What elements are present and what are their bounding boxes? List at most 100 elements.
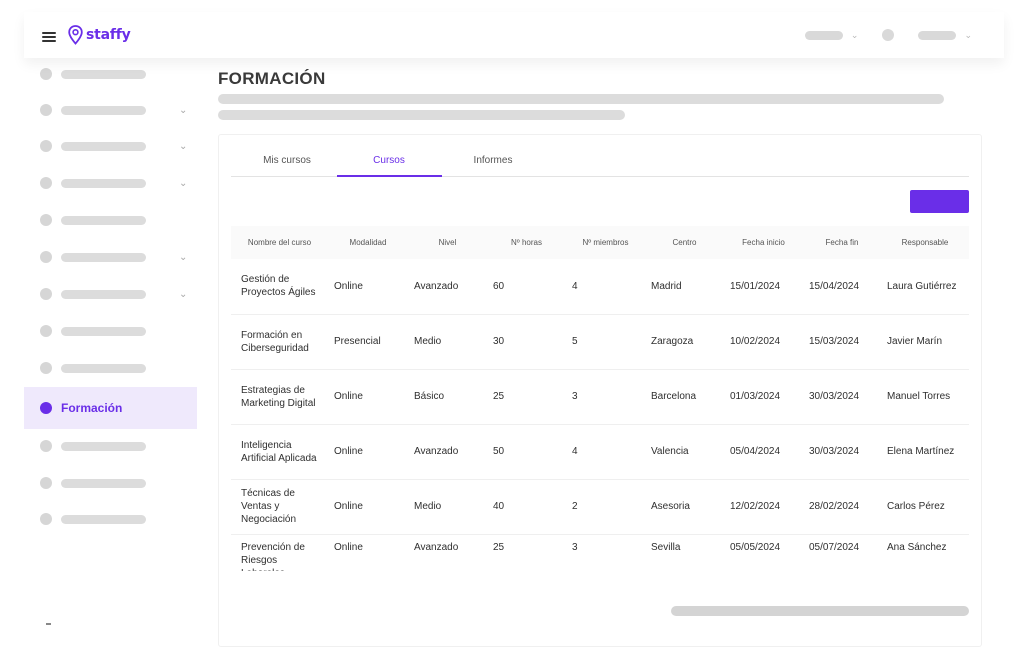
- top-dropdown-1[interactable]: [804, 30, 843, 40]
- active-tab-indicator: [337, 175, 442, 177]
- table-row[interactable]: Inteligencia Artificial Aplicada Online …: [231, 424, 969, 480]
- sidebar-item[interactable]: ⌄: [24, 282, 197, 306]
- courses-table: Nombre del curso Modalidad Nivel Nº hora…: [231, 226, 969, 571]
- table-cell: 3: [566, 534, 645, 571]
- dot-icon: [40, 362, 52, 374]
- sidebar-item[interactable]: [24, 62, 197, 86]
- table-cell: 30: [487, 314, 566, 370]
- dot-icon: [40, 140, 52, 152]
- sidebar-item[interactable]: ⌄: [24, 98, 197, 122]
- table-cell: 2: [566, 479, 645, 535]
- table-cell: Javier Marín: [881, 314, 969, 370]
- horizontal-scrollbar[interactable]: [671, 606, 969, 616]
- logo[interactable]: staffy: [68, 25, 131, 45]
- add-course-button[interactable]: [910, 190, 969, 213]
- dot-icon: [40, 104, 52, 116]
- table-cell: Básico: [408, 369, 487, 425]
- table-cell: Avanzado: [408, 534, 487, 571]
- column-header[interactable]: Nombre del curso: [231, 226, 328, 259]
- top-right-controls: ⌄ ⌄: [804, 29, 972, 41]
- table-cell: 30/03/2024: [803, 424, 881, 480]
- chevron-down-icon: ⌄: [179, 177, 188, 189]
- sidebar-item[interactable]: [24, 356, 197, 380]
- sidebar-item-label-placeholder: [61, 326, 146, 336]
- sidebar-item[interactable]: ⌄: [24, 245, 197, 269]
- table-cell: Sevilla: [645, 534, 724, 571]
- column-header[interactable]: Fecha inicio: [724, 226, 803, 259]
- table-cell: Medio: [408, 479, 487, 535]
- sidebar-item-label-placeholder: [61, 69, 146, 79]
- tab-cursos[interactable]: Cursos: [367, 155, 411, 166]
- sidebar-item-label: Formación: [61, 401, 123, 415]
- table-cell: Laura Gutiérrez: [881, 259, 969, 315]
- description-placeholder: [218, 110, 625, 120]
- course-name-cell: Técnicas de Ventas y Negociación: [231, 479, 328, 535]
- sidebar-item[interactable]: ⌄: [24, 134, 197, 158]
- table-cell: Online: [328, 479, 408, 535]
- sidebar-item[interactable]: [24, 319, 197, 343]
- sidebar-item[interactable]: [24, 208, 197, 232]
- table-cell: Ana Sánchez: [881, 534, 969, 571]
- table-cell: 25: [487, 369, 566, 425]
- dot-icon: [40, 68, 52, 80]
- column-header[interactable]: Nivel: [408, 226, 487, 259]
- column-header[interactable]: Centro: [645, 226, 724, 259]
- table-row[interactable]: Gestión de Proyectos Ágiles Online Avanz…: [231, 259, 969, 315]
- column-header[interactable]: Responsable: [881, 226, 969, 259]
- location-pin-icon: [68, 25, 83, 45]
- table-cell: Online: [328, 369, 408, 425]
- chevron-down-icon: ⌄: [179, 251, 188, 263]
- description-placeholder: [218, 94, 944, 104]
- table-cell: Medio: [408, 314, 487, 370]
- table-cell: 60: [487, 259, 566, 315]
- table-row[interactable]: Prevención de Riesgos Laborales Online A…: [231, 534, 969, 571]
- courses-table-container[interactable]: Nombre del curso Modalidad Nivel Nº hora…: [231, 226, 969, 571]
- sidebar-item-label-placeholder: [61, 141, 146, 151]
- sidebar-item-label-placeholder: [61, 105, 146, 115]
- table-cell: 28/02/2024: [803, 479, 881, 535]
- column-header[interactable]: Fecha fin: [803, 226, 881, 259]
- table-cell: Presencial: [328, 314, 408, 370]
- column-header[interactable]: Modalidad: [328, 226, 408, 259]
- user-menu[interactable]: [918, 30, 957, 40]
- sidebar-item[interactable]: [24, 434, 197, 458]
- sidebar-item-label-placeholder: [61, 215, 146, 225]
- column-header[interactable]: Nº miembros: [566, 226, 645, 259]
- table-cell: Valencia: [645, 424, 724, 480]
- table-row[interactable]: Formación en Ciberseguridad Presencial M…: [231, 314, 969, 370]
- tab-informes[interactable]: Informes: [469, 155, 517, 166]
- courses-card: Mis cursos Cursos Informes Nombre del cu…: [218, 134, 982, 647]
- menu-icon[interactable]: [42, 32, 56, 42]
- dot-icon: [40, 214, 52, 226]
- table-cell: Zaragoza: [645, 314, 724, 370]
- table-cell: Madrid: [645, 259, 724, 315]
- tab-mis-cursos[interactable]: Mis cursos: [259, 155, 315, 166]
- table-cell: 30/03/2024: [803, 369, 881, 425]
- table-cell: Barcelona: [645, 369, 724, 425]
- sidebar-item-label-placeholder: [61, 363, 146, 373]
- sidebar-item[interactable]: ⌄: [24, 171, 197, 195]
- chevron-down-icon[interactable]: ⌄: [851, 30, 859, 41]
- table-row[interactable]: Técnicas de Ventas y Negociación Online …: [231, 479, 969, 535]
- table-cell: Manuel Torres: [881, 369, 969, 425]
- course-name-cell: Gestión de Proyectos Ágiles: [231, 259, 328, 315]
- tab-bar: Mis cursos Cursos Informes: [231, 149, 969, 177]
- table-cell: Avanzado: [408, 424, 487, 480]
- sidebar-item-formacion[interactable]: Formación: [24, 387, 197, 429]
- sidebar-item[interactable]: [24, 471, 197, 495]
- course-name-cell: Prevención de Riesgos Laborales: [231, 534, 328, 571]
- sidebar-item[interactable]: [24, 507, 197, 531]
- column-header[interactable]: Nº horas: [487, 226, 566, 259]
- table-cell: Elena Martínez: [881, 424, 969, 480]
- course-name-cell: Estrategias de Marketing Digital: [231, 369, 328, 425]
- dot-icon: [40, 288, 52, 300]
- sidebar-item-label-placeholder: [61, 252, 146, 262]
- dot-icon: [40, 402, 52, 414]
- dot-icon: [40, 325, 52, 337]
- table-row[interactable]: Estrategias de Marketing Digital Online …: [231, 369, 969, 425]
- chevron-down-icon[interactable]: ⌄: [964, 30, 972, 41]
- logo-text: staffy: [86, 27, 131, 43]
- sidebar-item-label-placeholder: [61, 478, 146, 488]
- table-cell: 05/05/2024: [724, 534, 803, 571]
- avatar[interactable]: [882, 29, 895, 41]
